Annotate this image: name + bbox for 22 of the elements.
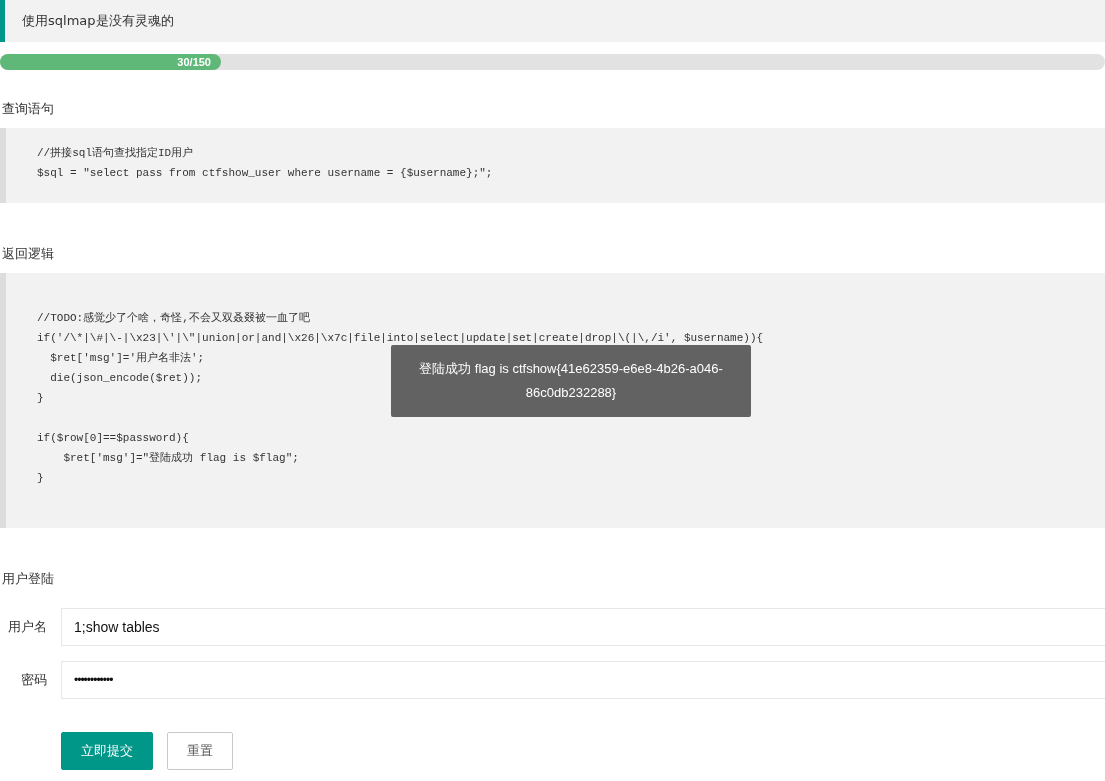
code-line: //TODO:感觉少了个啥，奇怪,不会又双叒叕被一血了吧 bbox=[37, 311, 310, 326]
code-line: } bbox=[37, 391, 44, 406]
notice-text: 使用sqlmap是没有灵魂的 bbox=[0, 0, 1105, 42]
code-line: $ret['msg']="登陆成功 flag is $flag"; bbox=[62, 451, 299, 466]
toast-message: 登陆成功 flag is ctfshow{41e62359-e6e8-4b26-a046-86c0db232288} bbox=[391, 345, 751, 417]
submit-button[interactable]: 立即提交 bbox=[61, 732, 153, 770]
code-line: die(json_encode($ret)); bbox=[49, 371, 203, 386]
code-line: } bbox=[37, 471, 44, 486]
password-field[interactable]: •••••••••••• bbox=[61, 661, 1105, 699]
section-title: 查询语句 bbox=[2, 100, 55, 118]
code-line: if($row[0]==$password){ bbox=[37, 431, 189, 446]
progress-label: 30/150 bbox=[177, 56, 212, 68]
code-line: if('/\*|\#|\-|\x23|\'|\"|union|or|and|\x26|\x7c|file|into|select|update|set|create|drop|\(|\,/i', $username)){ bbox=[37, 331, 764, 346]
field-label: 密码 bbox=[20, 671, 48, 689]
section-title: 返回逻辑 bbox=[2, 245, 55, 263]
code-line: $ret['msg']='用户名非法'; bbox=[49, 351, 205, 366]
code-line: //拼接sql语句查找指定ID用户 bbox=[37, 146, 194, 161]
username-field[interactable]: 1;show tables bbox=[61, 608, 1105, 646]
code-line: $sql = "select pass from ctfshow_user where username = {$username};"; bbox=[37, 166, 493, 181]
field-label: 用户名 bbox=[7, 618, 48, 636]
section-title: 用户登陆 bbox=[2, 570, 55, 588]
reset-button[interactable]: 重置 bbox=[167, 732, 233, 770]
